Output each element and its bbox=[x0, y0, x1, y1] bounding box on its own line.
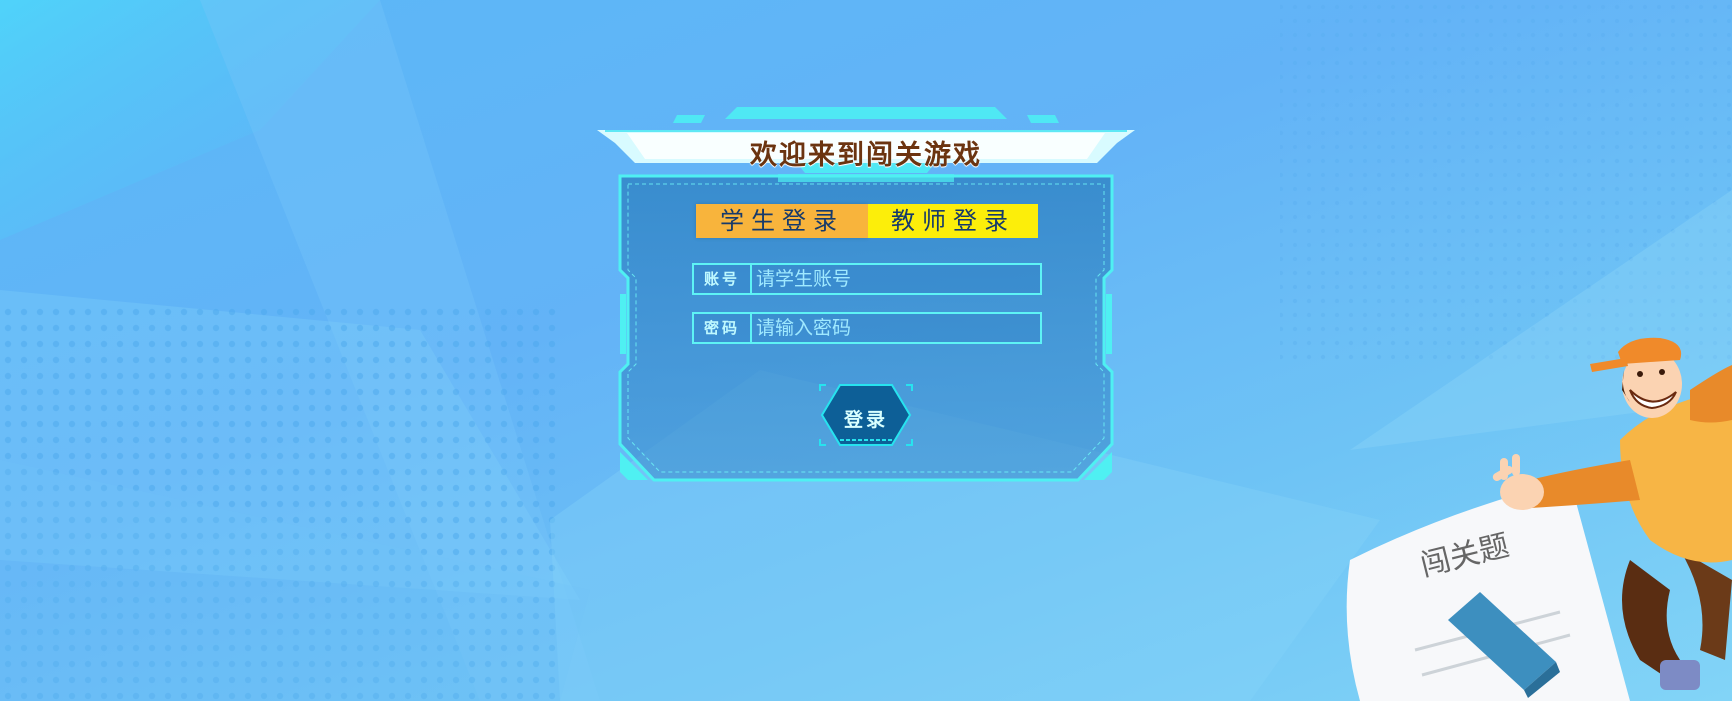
password-field: 密码 bbox=[692, 312, 1042, 344]
password-label: 密码 bbox=[694, 314, 752, 342]
tab-teacher-login[interactable]: 教师登录 bbox=[868, 204, 1038, 238]
tab-student-login[interactable]: 学生登录 bbox=[696, 204, 868, 238]
account-field: 账号 bbox=[692, 263, 1042, 295]
login-button-label: 登录 bbox=[843, 409, 888, 431]
character-head bbox=[1590, 337, 1682, 418]
account-input[interactable] bbox=[754, 265, 1042, 293]
password-input[interactable] bbox=[754, 314, 1042, 342]
page-title: 欢迎来到闯关游戏 bbox=[750, 140, 982, 171]
title-banner: 欢迎来到闯关游戏 bbox=[597, 103, 1135, 175]
character-illustration bbox=[1346, 337, 1732, 701]
login-button[interactable]: 登录 bbox=[818, 383, 914, 447]
account-label: 账号 bbox=[694, 265, 752, 293]
